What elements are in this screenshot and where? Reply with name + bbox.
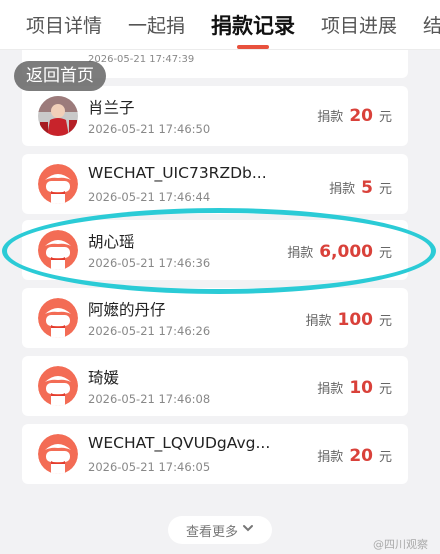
amount-value: 6,000	[319, 242, 373, 262]
donation-time: 2026-05-21 17:46:36	[88, 256, 211, 270]
donor-name: WECHAT_UIC73RZDb...	[88, 164, 267, 182]
donor-name: WECHAT_LQVUDgAvg...	[88, 434, 271, 452]
amount-prefix: 捐款	[329, 182, 356, 197]
tab-project-progress[interactable]: 项目进展	[321, 11, 397, 38]
donation-time: 2026-05-21 17:47:39	[88, 54, 195, 65]
amount-unit: 元	[378, 450, 392, 465]
view-more-button[interactable]: 查看更多	[168, 516, 272, 544]
amount-unit: 元	[378, 382, 392, 397]
chevron-down-icon	[242, 522, 254, 538]
donation-time: 2026-05-21 17:46:50	[88, 122, 211, 136]
tab-donation-records[interactable]: 捐款记录	[211, 10, 296, 49]
amount-unit: 元	[378, 182, 392, 197]
amount-unit: 元	[378, 314, 392, 329]
amount-value: 20	[349, 106, 373, 126]
list-item[interactable]: 肖兰子 2026-05-21 17:46:50 捐款 20 元	[22, 86, 408, 146]
active-tab-indicator	[237, 44, 270, 49]
view-more-label: 查看更多	[185, 524, 238, 540]
donation-amount: 捐款 20 元	[317, 106, 392, 126]
donation-time: 2026-05-21 17:46:44	[88, 190, 211, 204]
tab-project-closing[interactable]: 结项	[423, 11, 440, 38]
default-avatar-icon	[38, 230, 78, 270]
tab-donate-together[interactable]: 一起捐	[128, 11, 185, 38]
amount-unit: 元	[378, 246, 392, 261]
list-item[interactable]: WECHAT_UIC73RZDb... 2026-05-21 17:46:44 …	[22, 154, 408, 214]
default-avatar-icon	[38, 434, 78, 474]
amount-prefix: 捐款	[287, 246, 314, 261]
list-item[interactable]: WECHAT_LQVUDgAvg... 2026-05-21 17:46:05 …	[22, 424, 408, 484]
list-item[interactable]: 胡心瑶 2026-05-21 17:46:36 捐款 6,000 元	[22, 220, 408, 280]
amount-value: 20	[349, 446, 373, 466]
donation-amount: 捐款 100 元	[305, 310, 392, 330]
donor-name: 琦媛	[88, 369, 120, 387]
donation-amount: 捐款 10 元	[317, 378, 392, 398]
amount-prefix: 捐款	[317, 110, 344, 125]
tab-project-details[interactable]: 项目详情	[26, 11, 102, 38]
photo-avatar	[38, 96, 78, 136]
tab-bar: 项目详情 一起捐 捐款记录 项目进展 结项	[0, 0, 440, 50]
amount-prefix: 捐款	[317, 382, 344, 397]
donation-amount: 捐款 5 元	[329, 178, 392, 198]
amount-prefix: 捐款	[305, 314, 332, 329]
amount-value: 5	[361, 178, 373, 198]
amount-value: 100	[337, 310, 373, 330]
watermark: @四川观察	[373, 538, 428, 551]
tab-donation-records-label: 捐款记录	[211, 13, 296, 38]
back-home-button[interactable]: 返回首页	[14, 61, 106, 91]
default-avatar-icon	[38, 298, 78, 338]
amount-prefix: 捐款	[317, 450, 344, 465]
donor-name: 肖兰子	[88, 99, 135, 117]
donation-amount: 捐款 20 元	[317, 446, 392, 466]
default-avatar-icon	[38, 366, 78, 406]
list-item[interactable]: 阿嬷的丹仔 2026-05-21 17:46:26 捐款 100 元	[22, 288, 408, 348]
donation-time: 2026-05-21 17:46:05	[88, 460, 211, 474]
donation-time: 2026-05-21 17:46:26	[88, 324, 211, 338]
donor-name: 胡心瑶	[88, 233, 135, 251]
amount-unit: 元	[378, 110, 392, 125]
donor-name: 阿嬷的丹仔	[88, 301, 166, 319]
list-item[interactable]: 琦媛 2026-05-21 17:46:08 捐款 10 元	[22, 356, 408, 416]
donation-time: 2026-05-21 17:46:08	[88, 392, 211, 406]
amount-value: 10	[349, 378, 373, 398]
donation-amount: 捐款 6,000 元	[287, 242, 392, 262]
default-avatar-icon	[38, 164, 78, 204]
